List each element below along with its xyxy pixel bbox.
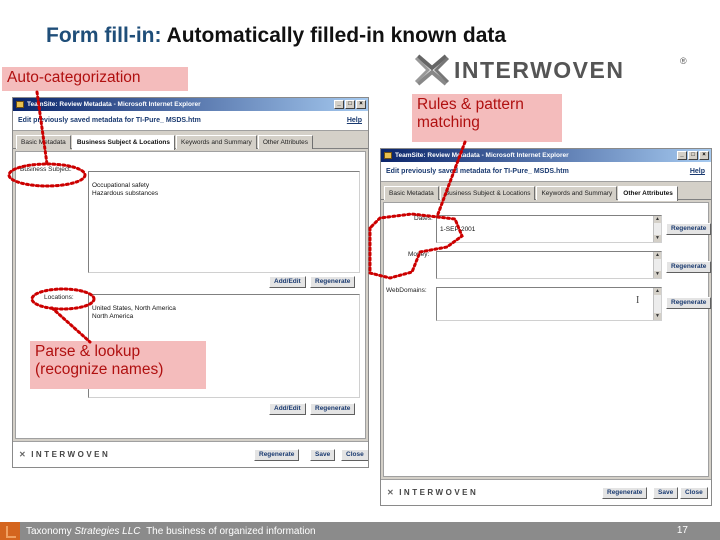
help-link[interactable]: Help [347, 111, 362, 131]
tab-strip: Basic Metadata Business Subject & Locati… [381, 182, 711, 201]
webdomains-label: WebDomains: [386, 287, 427, 294]
interwoven-logo-icon [414, 54, 450, 86]
save-button[interactable]: Save [310, 449, 336, 461]
regenerate-webdomains-button[interactable]: Regenerate [666, 297, 711, 309]
locations-value: United States, North America North Ameri… [92, 305, 176, 320]
window-title: TeamSite: Review Metadata - Microsoft In… [395, 152, 569, 159]
regenerate-money-button[interactable]: Regenerate [666, 261, 711, 273]
window-titlebar: TeamSite: Review Metadata - Microsoft In… [13, 98, 368, 111]
window-controls: _ □ × [677, 151, 709, 160]
regenerate-button[interactable]: Regenerate [254, 449, 300, 461]
logo-trademark: ® [680, 56, 687, 66]
ie-window-icon [384, 152, 392, 159]
footer-logo: ✕ INTERWOVEN [387, 488, 478, 497]
business-subject-value: Occupational safety Hazardous substances [92, 182, 159, 197]
webdomains-field[interactable]: ▲ ▼ [436, 287, 662, 321]
regenerate-button[interactable]: Regenerate [602, 487, 648, 499]
regenerate-dates-button[interactable]: Regenerate [666, 223, 711, 235]
logo-text: INTERWOVEN [454, 57, 625, 83]
tab-basic-metadata[interactable]: Basic Metadata [16, 135, 71, 149]
edit-header-text: Edit previously saved metadata for TI-Pu… [18, 117, 201, 124]
close-icon[interactable]: × [699, 151, 709, 160]
money-label: Money: [408, 251, 430, 258]
interwoven-mark-icon: ✕ [19, 450, 29, 459]
minimize-icon[interactable]: _ [677, 151, 687, 160]
close-icon[interactable]: × [356, 100, 366, 109]
callout-parse-lookup: Parse & lookup (recognize names) [30, 341, 206, 389]
page-number: 17 [676, 525, 688, 536]
interwoven-logo: INTERWOVEN ® [412, 52, 692, 88]
window-title: TeamSite: Review Metadata - Microsoft In… [27, 101, 201, 108]
tab-keywords-summary[interactable]: Keywords and Summary [536, 186, 618, 200]
maximize-icon[interactable]: □ [688, 151, 698, 160]
text-cursor-icon: I [636, 295, 640, 306]
dates-value: 1-SEP-2001 [440, 226, 476, 233]
window-titlebar: TeamSite: Review Metadata - Microsoft In… [381, 149, 711, 162]
dates-field[interactable]: 1-SEP-2001 ▲ ▼ [436, 215, 662, 243]
slide-title-prefix: Form fill-in: [46, 24, 162, 47]
window-footer: ✕ INTERWOVEN Regenerate Save Close [13, 441, 368, 467]
webdomains-scrollbar[interactable]: ▲ ▼ [653, 288, 661, 320]
minimize-icon[interactable]: _ [334, 100, 344, 109]
tab-business-subject-locations[interactable]: Business Subject & Locations [71, 135, 175, 150]
help-link[interactable]: Help [690, 162, 705, 182]
footer-logo-text: INTERWOVEN [31, 450, 111, 459]
dates-scrollbar[interactable]: ▲ ▼ [653, 216, 661, 242]
edit-header: Edit previously saved metadata for TI-Pu… [13, 111, 368, 131]
callout-rules-pattern-matching: Rules & pattern matching [412, 94, 562, 142]
edit-header: Edit previously saved metadata for TI-Pu… [381, 162, 711, 182]
tab-business-subject-locations[interactable]: Business Subject & Locations [439, 186, 536, 200]
footer-company-italic: Strategies LLC [74, 526, 141, 537]
callout-auto-categorization: Auto-categorization [2, 67, 188, 91]
business-subject-field[interactable]: Occupational safety Hazardous substances [88, 171, 360, 273]
tab-basic-metadata[interactable]: Basic Metadata [384, 186, 439, 200]
ie-window-icon [16, 101, 24, 108]
maximize-icon[interactable]: □ [345, 100, 355, 109]
save-button[interactable]: Save [653, 487, 679, 499]
window-controls: _ □ × [334, 100, 366, 109]
regenerate-subject-button[interactable]: Regenerate [310, 276, 356, 288]
add-edit-button[interactable]: Add/Edit [269, 276, 306, 288]
business-subject-label: Business Subject: [20, 166, 72, 173]
footer-logo-text: INTERWOVEN [399, 488, 479, 497]
close-button[interactable]: Close [680, 487, 708, 499]
window-footer: ✕ INTERWOVEN Regenerate Save Close [381, 479, 711, 505]
form-body: Business Subject: Occupational safety Ha… [15, 151, 366, 439]
metadata-window-other-attributes: TeamSite: Review Metadata - Microsoft In… [380, 148, 712, 506]
locations-label: Locations: [44, 294, 74, 301]
metadata-window-business-subject: TeamSite: Review Metadata - Microsoft In… [12, 97, 369, 468]
interwoven-mark-icon: ✕ [387, 488, 397, 497]
regenerate-locations-button[interactable]: Regenerate [310, 403, 356, 415]
money-scrollbar[interactable]: ▲ ▼ [653, 252, 661, 278]
slide-title: Form fill-in: Automatically filled-in kn… [46, 24, 506, 48]
form-body: Dates: 1-SEP-2001 ▲ ▼ Regenerate Money: ▲… [383, 202, 711, 477]
slide-footer: Taxonomy Strategies LLC The business of … [0, 522, 720, 540]
edit-header-text: Edit previously saved metadata for TI-Pu… [386, 168, 569, 175]
add-edit-locations-button[interactable]: Add/Edit [269, 403, 306, 415]
close-button[interactable]: Close [341, 449, 368, 461]
money-field[interactable]: ▲ ▼ [436, 251, 662, 279]
footer-text: Taxonomy Strategies LLC The business of … [26, 523, 316, 540]
tab-other-attributes[interactable]: Other Attributes [618, 186, 678, 201]
footer-tagline: The business of organized information [146, 526, 316, 537]
tab-strip: Basic Metadata Business Subject & Locati… [13, 131, 368, 150]
footer-logo: ✕ INTERWOVEN [19, 450, 110, 459]
dates-label: Dates: [414, 215, 433, 222]
tab-keywords-summary[interactable]: Keywords and Summary [176, 135, 257, 149]
footer-logo-icon [0, 522, 20, 540]
tab-other-attributes[interactable]: Other Attributes [257, 135, 313, 149]
slide-title-rest: Automatically filled-in known data [161, 24, 507, 47]
footer-company: Taxonomy [26, 526, 72, 537]
